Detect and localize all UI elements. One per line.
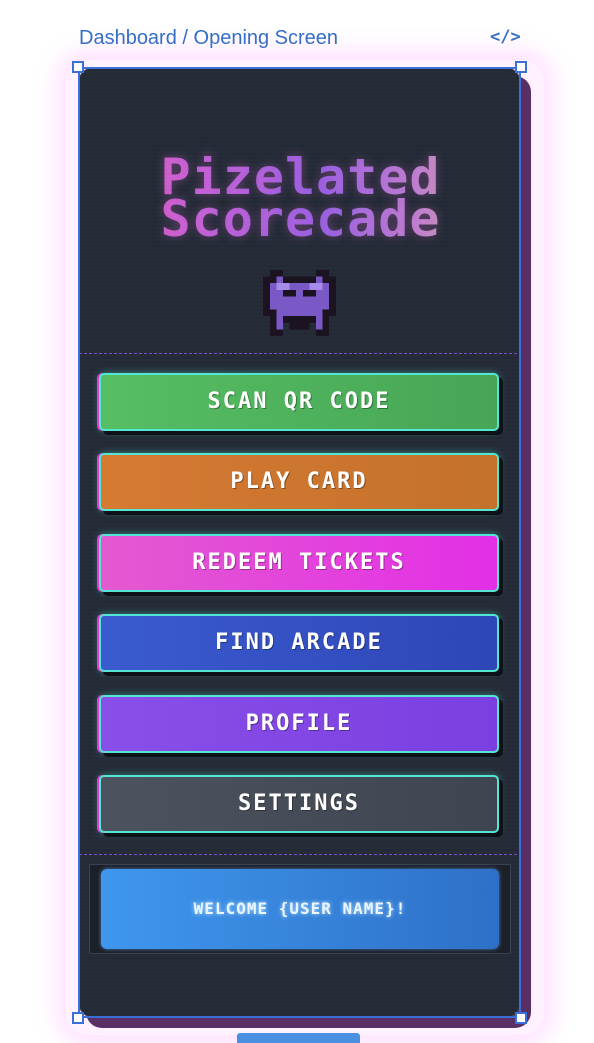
profile-button[interactable]: PROFILE	[99, 695, 499, 753]
redeem-tickets-button[interactable]: REDEEM TICKETS	[99, 534, 499, 592]
settings-button[interactable]: SETTINGS	[99, 775, 499, 833]
resize-handle-top-left[interactable]	[72, 61, 84, 73]
scan-qr-code-button[interactable]: SCAN QR CODE	[99, 373, 499, 431]
frame-size-tab[interactable]	[237, 1033, 360, 1043]
welcome-panel: WELCOME {USER NAME}!	[89, 864, 511, 954]
resize-handle-bottom-right[interactable]	[515, 1012, 527, 1024]
divider-bottom	[79, 854, 520, 855]
frame-label[interactable]: Dashboard / Opening Screen	[79, 27, 338, 50]
code-view-icon[interactable]: </>	[490, 27, 521, 47]
opening-screen: Pizelated Scorecade SCAN QR CODE PLAY CA…	[78, 67, 521, 1018]
find-arcade-button[interactable]: FIND ARCADE	[99, 614, 499, 672]
app-title-line-2: Scorecade	[79, 194, 520, 244]
resize-handle-bottom-left[interactable]	[72, 1012, 84, 1024]
space-invader-icon	[263, 270, 336, 336]
divider-top	[79, 353, 520, 354]
welcome-banner[interactable]: WELCOME {USER NAME}!	[101, 869, 499, 949]
resize-handle-top-right[interactable]	[515, 61, 527, 73]
play-card-button[interactable]: PLAY CARD	[99, 453, 499, 511]
